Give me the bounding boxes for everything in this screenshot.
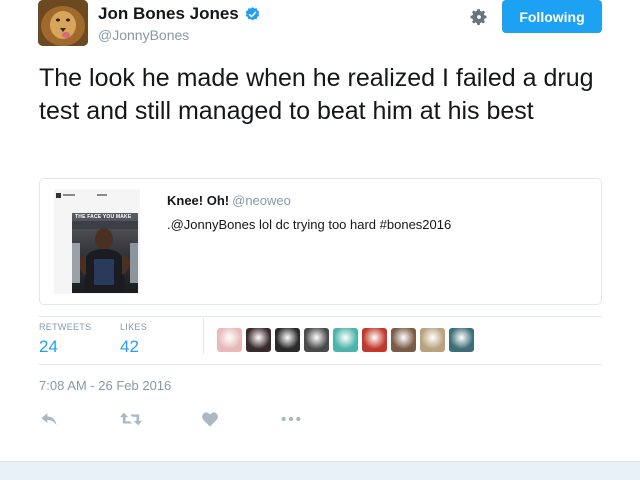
- retweets-label: RETWEETS: [39, 322, 92, 332]
- following-button[interactable]: Following: [502, 0, 602, 33]
- quoted-tweet-card[interactable]: THE FACE YOU MAKE Knee! Oh! @neoweo .@Jon…: [39, 178, 602, 305]
- fighter-figure-image: [72, 221, 138, 293]
- stats-top-divider: [39, 316, 602, 317]
- more-dots-icon: [281, 416, 301, 422]
- liker-avatar[interactable]: [391, 328, 416, 352]
- liker-avatar[interactable]: [333, 328, 358, 352]
- quoted-tweet-author[interactable]: Knee! Oh! @neoweo: [167, 193, 291, 208]
- liker-avatar[interactable]: [420, 328, 445, 352]
- reply-icon: [41, 413, 57, 425]
- lion-avatar-image: [38, 0, 88, 46]
- retweet-icon: [120, 412, 142, 426]
- user-display-name[interactable]: Jon Bones Jones: [98, 4, 261, 24]
- likes-stat[interactable]: LIKES 42: [120, 322, 147, 357]
- retweet-button[interactable]: [119, 409, 143, 429]
- tweet-timestamp[interactable]: 7:08 AM - 26 Feb 2016: [39, 378, 171, 393]
- liker-avatar[interactable]: [362, 328, 387, 352]
- liker-avatar[interactable]: [217, 328, 242, 352]
- display-name-text: Jon Bones Jones: [98, 4, 239, 23]
- bottom-background-strip: [0, 461, 640, 480]
- user-handle[interactable]: @JonnyBones: [98, 27, 189, 43]
- stats-bottom-divider: [39, 364, 602, 365]
- quoted-tweet-text: .@JonnyBones lol dc trying too hard #bon…: [167, 217, 452, 232]
- gear-icon[interactable]: [469, 7, 489, 27]
- media-header-bar: [56, 191, 138, 199]
- like-button[interactable]: [201, 409, 219, 429]
- likes-label: LIKES: [120, 322, 148, 332]
- retweets-stat[interactable]: RETWEETS 24: [39, 322, 91, 357]
- tweet-page: Jon Bones Jones @JonnyBones Following Th…: [0, 0, 640, 480]
- reply-button[interactable]: [38, 409, 60, 429]
- liker-avatar[interactable]: [275, 328, 300, 352]
- retweets-count: 24: [39, 337, 58, 356]
- tweet-text: The look he made when he realized I fail…: [39, 64, 594, 125]
- stats-separator: [203, 318, 204, 354]
- quoted-tweet-media[interactable]: THE FACE YOU MAKE: [54, 189, 140, 294]
- quoted-author-name: Knee! Oh!: [167, 193, 230, 208]
- quoted-author-handle: @neoweo: [232, 193, 291, 208]
- liker-avatar[interactable]: [304, 328, 329, 352]
- heart-icon: [202, 412, 218, 427]
- profile-avatar[interactable]: [38, 0, 88, 46]
- more-button[interactable]: [280, 409, 302, 429]
- liker-avatar[interactable]: [246, 328, 271, 352]
- fighter-photo: THE FACE YOU MAKE: [72, 213, 138, 293]
- liker-avatar[interactable]: [449, 328, 474, 352]
- verified-badge-icon: [245, 6, 259, 20]
- likes-count: 42: [120, 337, 139, 356]
- liker-avatars: [217, 328, 474, 352]
